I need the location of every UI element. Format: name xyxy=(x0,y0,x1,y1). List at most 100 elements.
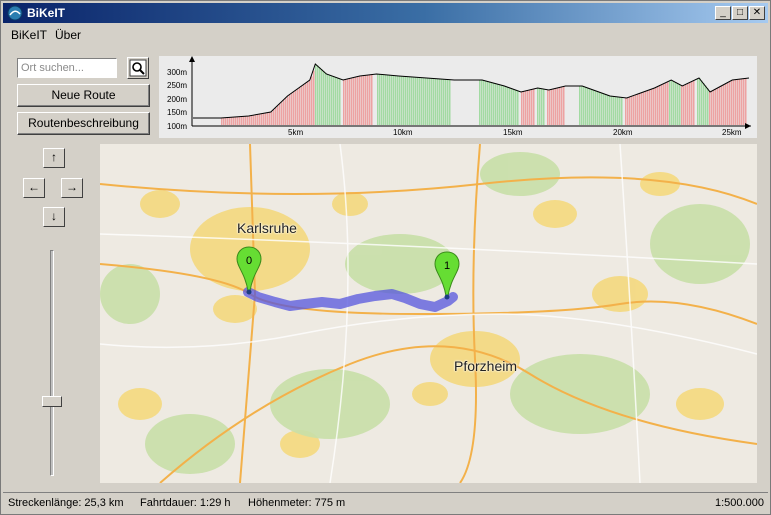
elev-gradient-stripe xyxy=(745,78,747,125)
elev-gradient-stripe xyxy=(449,79,451,125)
elev-gradient-stripe xyxy=(717,88,719,125)
elev-gradient-stripe xyxy=(435,78,437,125)
pan-right-button[interactable]: → xyxy=(61,178,83,198)
elev-gradient-stripe xyxy=(255,114,257,125)
menu-ueber[interactable]: Über xyxy=(55,28,81,42)
city-label-pforzheim: Pforzheim xyxy=(454,358,518,374)
app-icon xyxy=(7,5,23,21)
elev-gradient-stripe xyxy=(361,75,363,125)
elev-gradient-stripe xyxy=(581,86,583,125)
elev-gradient-stripe xyxy=(641,92,643,125)
elev-gradient-stripe xyxy=(503,85,505,125)
elev-gradient-stripe xyxy=(293,92,295,125)
elev-gradient-stripe xyxy=(415,77,417,125)
elev-gradient-stripe xyxy=(383,74,385,125)
elev-gradient-stripe xyxy=(369,74,371,125)
elev-gradient-stripe xyxy=(223,117,225,125)
elev-gradient-stripe xyxy=(667,81,669,125)
elev-gradient-stripe xyxy=(673,80,675,125)
elev-gradient-stripe xyxy=(403,76,405,125)
elev-gradient-stripe xyxy=(329,74,331,125)
elev-gradient-stripe xyxy=(511,88,513,125)
marker-label: 0 xyxy=(246,255,252,267)
elev-gradient-stripe xyxy=(617,96,619,125)
zoom-slider-thumb[interactable] xyxy=(42,396,62,407)
elev-gradient-stripe xyxy=(691,81,693,125)
menu-bar: BiKeIT Über xyxy=(3,25,768,43)
elev-gradient-stripe xyxy=(393,75,395,125)
elev-gradient-stripe xyxy=(247,116,249,125)
elev-gradient-stripe xyxy=(281,102,283,125)
elev-x-tick: 20km xyxy=(613,128,633,137)
elev-gradient-stripe xyxy=(657,86,659,125)
search-button[interactable] xyxy=(127,57,149,79)
elev-gradient-stripe xyxy=(363,75,365,125)
elev-gradient-stripe xyxy=(737,79,739,125)
elev-gradient-stripe xyxy=(739,79,741,125)
elev-gradient-stripe xyxy=(479,80,481,125)
status-scale: 1:500.000 xyxy=(715,497,764,509)
elev-gradient-stripe xyxy=(603,93,605,125)
elev-gradient-stripe xyxy=(509,87,511,125)
elev-x-tick: 25km xyxy=(722,128,742,137)
elev-gradient-stripe xyxy=(439,78,441,125)
elev-gradient-stripe xyxy=(693,80,695,125)
elev-gradient-stripe xyxy=(405,76,407,125)
elev-gradient-stripe xyxy=(359,76,361,125)
elev-gradient-stripe xyxy=(523,91,525,125)
elev-gradient-stripe xyxy=(291,93,293,125)
elev-gradient-stripe xyxy=(513,89,515,125)
pan-down-button[interactable]: ↓ xyxy=(43,207,65,227)
elev-gradient-stripe xyxy=(377,74,379,125)
elev-gradient-stripe xyxy=(317,65,319,125)
search-input[interactable] xyxy=(17,58,117,78)
minimize-button[interactable]: _ xyxy=(715,6,731,20)
elev-y-tick: 200m xyxy=(167,95,187,104)
maximize-button[interactable]: □ xyxy=(732,6,748,20)
elev-gradient-stripe xyxy=(263,113,265,125)
elev-gradient-stripe xyxy=(401,76,403,125)
pan-left-button[interactable]: ← xyxy=(23,178,45,198)
elev-gradient-stripe xyxy=(351,78,353,125)
menu-bikeit[interactable]: BiKeIT xyxy=(11,28,47,42)
close-button[interactable]: ✕ xyxy=(749,6,765,20)
elev-gradient-stripe xyxy=(585,87,587,125)
elev-gradient-stripe xyxy=(699,78,701,125)
elev-gradient-stripe xyxy=(731,80,733,125)
elev-gradient-stripe xyxy=(555,88,557,125)
title-bar[interactable]: BiKeIT _ □ ✕ xyxy=(3,3,768,23)
route-description-button[interactable]: Routenbeschreibung xyxy=(17,112,150,135)
elev-gradient-stripe xyxy=(417,77,419,125)
elev-gradient-stripe xyxy=(349,78,351,125)
elev-gradient-stripe xyxy=(621,97,623,125)
elev-gradient-stripe xyxy=(313,70,315,125)
elev-gradient-stripe xyxy=(227,117,229,125)
elev-gradient-stripe xyxy=(541,88,543,125)
window-title: BiKeIT xyxy=(27,6,66,20)
elev-gradient-stripe xyxy=(529,90,531,125)
status-duration: Fahrtdauer: 1:29 h xyxy=(140,497,231,509)
elev-gradient-stripe xyxy=(355,77,357,125)
elev-gradient-stripe xyxy=(409,76,411,125)
elev-gradient-stripe xyxy=(661,84,663,125)
elev-x-tick: 15km xyxy=(503,128,523,137)
elev-gradient-stripe xyxy=(685,84,687,125)
map-view[interactable]: Karlsruhe Pforzheim 0 1 xyxy=(100,144,757,483)
pan-up-button[interactable]: ↑ xyxy=(43,148,65,168)
new-route-button[interactable]: Neue Route xyxy=(17,84,150,107)
elev-y-tick: 150m xyxy=(167,108,187,117)
zoom-slider[interactable] xyxy=(41,246,63,478)
elev-gradient-stripe xyxy=(245,116,247,125)
elev-gradient-stripe xyxy=(315,64,317,125)
elev-gradient-stripe xyxy=(527,90,529,125)
route-marker-start[interactable]: 0 xyxy=(236,245,262,295)
elev-gradient-stripe xyxy=(299,87,301,125)
elev-gradient-stripe xyxy=(591,89,593,125)
route-marker-end[interactable]: 1 xyxy=(434,250,460,300)
elev-gradient-stripe xyxy=(505,86,507,125)
elev-gradient-stripe xyxy=(257,114,259,125)
elev-gradient-stripe xyxy=(613,96,615,125)
elev-gradient-stripe xyxy=(395,75,397,125)
elev-gradient-stripe xyxy=(285,98,287,125)
elev-gradient-stripe xyxy=(643,92,645,125)
